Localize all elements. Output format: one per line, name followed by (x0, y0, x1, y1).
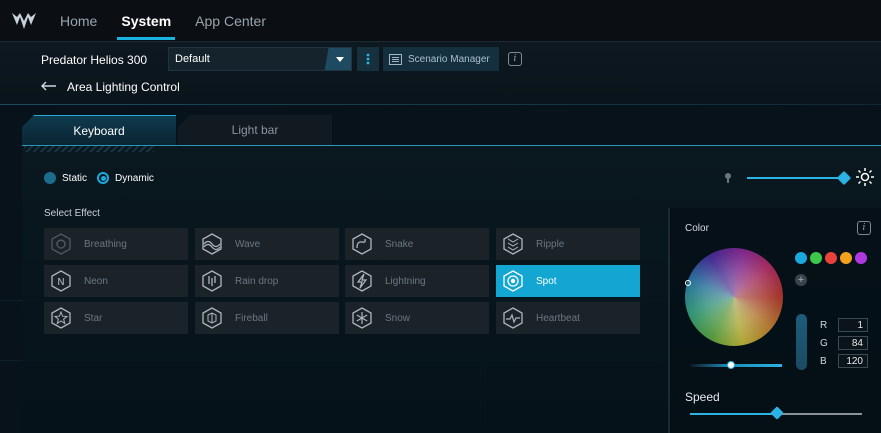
effect-label: Snow (385, 312, 411, 324)
effect-label: Heartbeat (536, 312, 580, 324)
chevron-down-icon (317, 48, 351, 70)
add-color-icon[interactable]: + (795, 274, 807, 286)
scenario-list-icon (389, 53, 402, 65)
fireball-icon (199, 305, 225, 331)
profile-select[interactable]: Default (168, 47, 352, 71)
color-wheel-shade (685, 248, 783, 346)
effect-snow[interactable]: Snow (345, 302, 489, 334)
spot-icon (500, 268, 526, 294)
effect-wave[interactable]: Wave (195, 228, 339, 260)
swatch-purple[interactable] (855, 252, 867, 264)
rgb-b-label: B (820, 355, 827, 367)
color-wheel-picker[interactable] (685, 280, 691, 286)
effect-label: Spot (536, 275, 557, 287)
color-saturation-handle[interactable] (727, 361, 735, 369)
divider (0, 104, 881, 105)
rgb-b-row: B 120 (820, 354, 868, 368)
color-brightness-slider[interactable] (796, 314, 807, 370)
effect-lightning[interactable]: Lightning (345, 265, 489, 297)
color-info-icon[interactable]: i (857, 221, 871, 235)
effect-breathing[interactable]: Breathing (44, 228, 188, 260)
profile-select-value: Default (175, 53, 210, 65)
swatch-red[interactable] (825, 252, 837, 264)
speed-label: Speed (685, 390, 720, 404)
wave-icon (199, 231, 225, 257)
ripple-icon (500, 231, 526, 257)
rgb-r-row: R 1 (820, 318, 868, 332)
info-icon[interactable]: i (508, 52, 522, 66)
effect-label: Wave (235, 238, 261, 250)
predator-logo-icon (0, 0, 48, 42)
color-title: Color (685, 223, 709, 234)
effect-label: Breathing (84, 238, 127, 250)
color-swatches (795, 252, 867, 264)
dynamic-radio[interactable] (97, 172, 110, 184)
nav-tab-home[interactable]: Home (48, 0, 109, 42)
rgb-r-label: R (820, 319, 828, 331)
top-nav: Home System App Center (0, 0, 881, 42)
raindrop-icon (199, 268, 225, 294)
swatch-orange[interactable] (840, 252, 852, 264)
swatch-blue[interactable] (795, 252, 807, 264)
effect-label: Snake (385, 238, 414, 250)
snake-icon (349, 231, 375, 257)
effect-fireball[interactable]: Fireball (195, 302, 339, 334)
effect-label: Neon (84, 275, 108, 287)
color-saturation-slider[interactable] (690, 364, 782, 367)
effect-star[interactable]: Star (44, 302, 188, 334)
scenario-manager-button[interactable]: Scenario Manager (383, 47, 499, 71)
effect-label: Fireball (235, 312, 268, 324)
rgb-g-input[interactable]: 84 (838, 336, 868, 350)
rgb-g-label: G (820, 337, 828, 349)
star-icon (48, 305, 74, 331)
neon-icon: N (48, 268, 74, 294)
effect-label: Ripple (536, 238, 565, 250)
svg-text:N: N (57, 277, 64, 288)
rgb-r-input[interactable]: 1 (838, 318, 868, 332)
effect-label: Rain drop (235, 275, 279, 287)
effect-label: Lightning (385, 275, 426, 287)
decorative-hatch (24, 146, 154, 152)
app-window: Home System App Center Predator Helios 3… (0, 0, 881, 433)
rgb-g-row: G 84 (820, 336, 868, 350)
back-arrow-icon[interactable] (41, 80, 57, 94)
effect-spot[interactable]: Spot (496, 265, 640, 297)
rgb-b-input[interactable]: 120 (838, 354, 868, 368)
tab-keyboard[interactable]: Keyboard (22, 115, 176, 145)
device-name: Predator Helios 300 (41, 53, 148, 67)
heartbeat-icon (500, 305, 526, 331)
effect-rain-drop[interactable]: Rain drop (195, 265, 339, 297)
scenario-manager-label: Scenario Manager (408, 53, 490, 65)
brightness-slider[interactable] (747, 177, 843, 179)
mode-selector: Static Dynamic (44, 172, 154, 184)
static-label: Static (62, 172, 88, 184)
effect-neon[interactable]: N Neon (44, 265, 188, 297)
breadcrumb: Area Lighting Control (41, 80, 180, 94)
lightning-icon (349, 268, 375, 294)
brightness-high-icon (855, 167, 875, 187)
brightness-low-icon (723, 172, 733, 184)
static-radio[interactable] (44, 172, 56, 184)
effect-snake[interactable]: Snake (345, 228, 489, 260)
tab-light-bar[interactable]: Light bar (178, 115, 332, 145)
dynamic-label: Dynamic (115, 172, 154, 184)
effect-ripple[interactable]: Ripple (496, 228, 640, 260)
nav-tab-app-center[interactable]: App Center (183, 0, 278, 42)
snow-icon (349, 305, 375, 331)
more-options-icon[interactable] (357, 47, 379, 71)
effect-heartbeat[interactable]: Heartbeat (496, 302, 640, 334)
breathing-icon (48, 231, 74, 257)
nav-tab-system[interactable]: System (109, 0, 183, 42)
select-effect-label: Select Effect (44, 208, 100, 219)
swatch-green[interactable] (810, 252, 822, 264)
page-title: Area Lighting Control (67, 80, 180, 94)
effect-label: Star (84, 312, 103, 324)
